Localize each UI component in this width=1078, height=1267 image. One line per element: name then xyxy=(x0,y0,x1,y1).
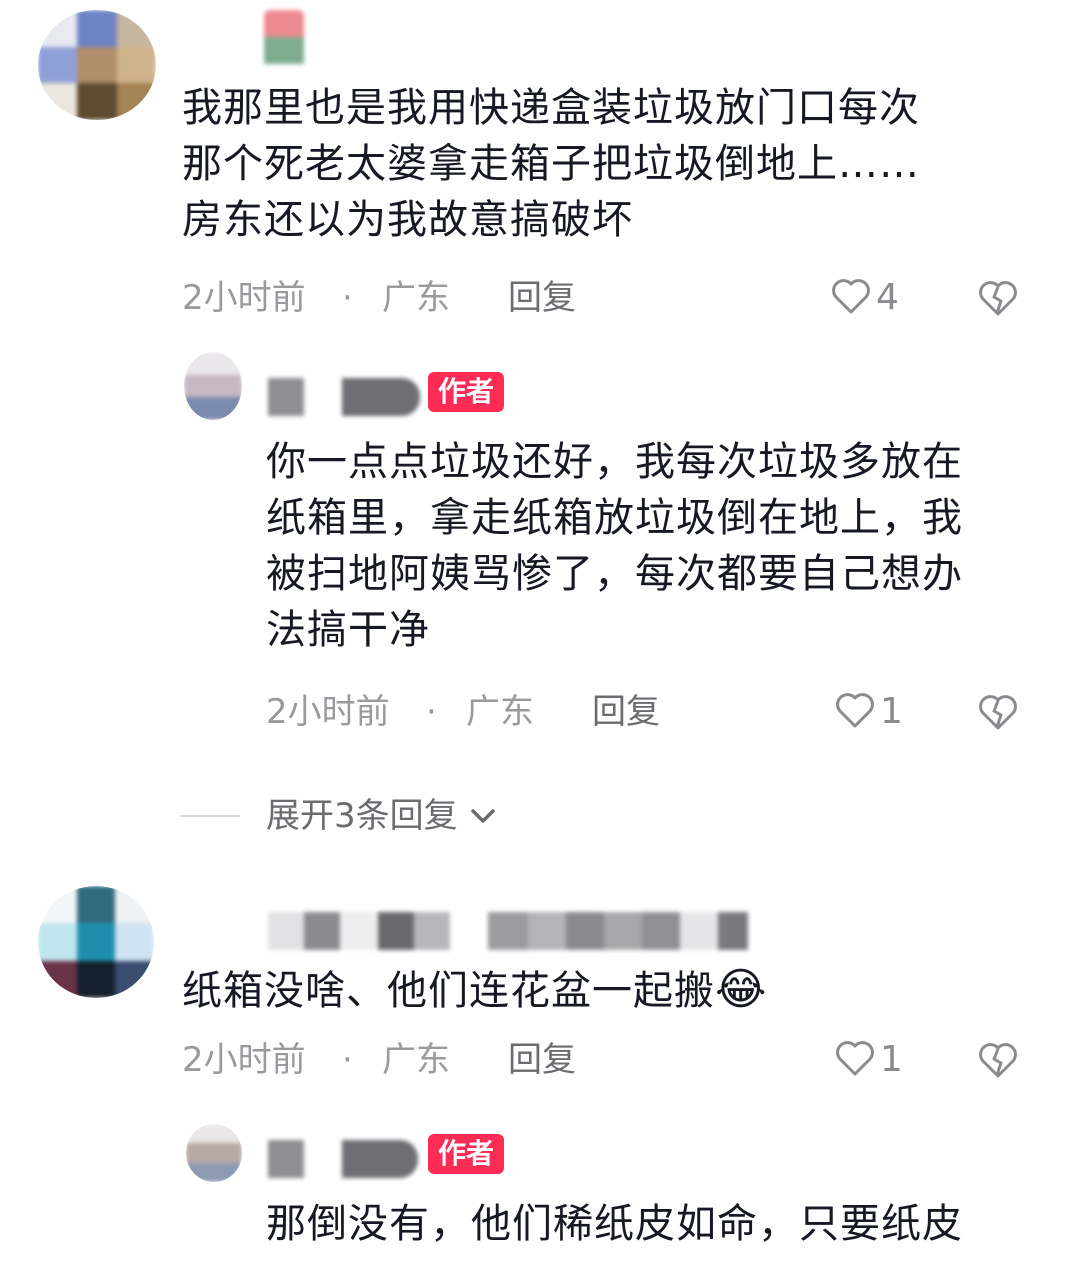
author-badge: 作者 xyxy=(428,372,505,412)
broken-heart-icon[interactable] xyxy=(976,278,1020,322)
like-button[interactable]: 4 xyxy=(830,278,899,318)
meta-separator: · xyxy=(342,278,353,318)
reply-button[interactable]: 回复 xyxy=(508,278,576,318)
heart-outline-icon xyxy=(830,276,872,320)
heart-outline-icon xyxy=(834,1038,876,1082)
reply-button[interactable]: 回复 xyxy=(592,692,660,732)
expand-replies-button[interactable]: 展开3条回复 xyxy=(180,794,498,838)
like-button[interactable]: 1 xyxy=(834,692,903,732)
comment-time: 2小时前 xyxy=(182,278,306,318)
username-blurred[interactable] xyxy=(264,10,304,64)
reply-text: 那倒没有，他们稀纸皮如命，只要纸皮 xyxy=(266,1201,963,1247)
broken-heart-icon[interactable] xyxy=(976,1040,1020,1084)
avatar[interactable] xyxy=(184,352,242,420)
comment-location: 广东 xyxy=(382,1040,450,1080)
heart-outline-icon xyxy=(834,690,876,734)
like-button[interactable]: 1 xyxy=(834,1040,903,1080)
meta-separator: · xyxy=(426,692,437,732)
avatar[interactable] xyxy=(38,886,154,998)
reply-button[interactable]: 回复 xyxy=(508,1040,576,1080)
comment-location: 广东 xyxy=(466,692,534,732)
comment-text: 我那里也是我用快递盒装垃圾放门口每次 那个死老太婆拿走箱子把垃圾倒地上…… 房东… xyxy=(182,85,920,243)
like-count: 4 xyxy=(876,277,899,318)
chevron-down-icon xyxy=(468,801,498,831)
like-count: 1 xyxy=(880,691,903,732)
laughing-crying-emoji-icon: 😂 xyxy=(715,964,768,1015)
avatar[interactable] xyxy=(186,1124,242,1182)
expand-replies-label: 展开3条回复 xyxy=(266,796,458,836)
reply-text: 你一点点垃圾还好，我每次垃圾多放在 纸箱里，拿走纸箱放垃圾倒在地上，我 被扫地阿… xyxy=(266,439,963,653)
username-blurred[interactable] xyxy=(268,912,748,950)
broken-heart-icon[interactable] xyxy=(976,692,1020,736)
comment-text-body: 纸箱没啥、他们连花盆一起搬 xyxy=(182,968,715,1014)
comment-location: 广东 xyxy=(382,278,450,318)
divider xyxy=(180,815,240,817)
username-blurred[interactable] xyxy=(268,1140,418,1178)
username-blurred[interactable] xyxy=(268,378,420,416)
comment-text: 纸箱没啥、他们连花盆一起搬😂 xyxy=(182,962,1042,1019)
author-badge: 作者 xyxy=(428,1134,505,1174)
comment-time: 2小时前 xyxy=(182,1040,306,1080)
avatar[interactable] xyxy=(38,10,156,120)
meta-separator: · xyxy=(342,1040,353,1080)
comment-time: 2小时前 xyxy=(266,692,390,732)
like-count: 1 xyxy=(880,1039,903,1080)
